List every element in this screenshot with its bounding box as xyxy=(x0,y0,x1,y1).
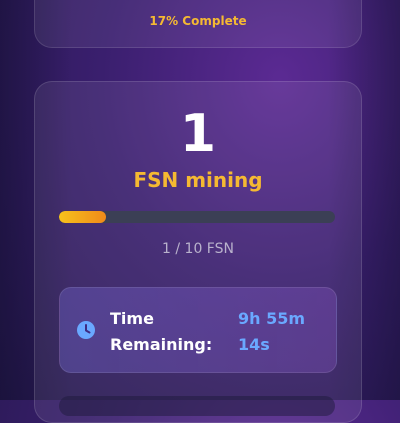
time-value-line1: 9h 55m xyxy=(238,309,306,328)
mining-count: 1 xyxy=(179,104,217,164)
mining-card: 1 FSN mining 1 / 10 FSN Time Remaining: … xyxy=(34,81,362,423)
next-section-partial xyxy=(59,396,335,416)
mining-progress-text: 1 / 10 FSN xyxy=(162,241,234,257)
time-remaining-box: Time Remaining: 9h 55m 14s xyxy=(59,287,337,373)
mining-label: FSN mining xyxy=(133,168,263,192)
time-remaining-label: Time Remaining: xyxy=(110,306,220,358)
time-value-line2: 14s xyxy=(238,335,270,354)
time-label-line2: Remaining: xyxy=(110,335,213,354)
mining-progress-bar xyxy=(59,211,335,223)
time-label-line1: Time xyxy=(110,309,154,328)
overall-progress-card: 17% Complete xyxy=(34,0,362,48)
clock-icon xyxy=(77,321,95,339)
time-remaining-value: 9h 55m 14s xyxy=(238,306,328,358)
mining-progress-fill xyxy=(59,211,106,223)
percent-complete-label: 17% Complete xyxy=(149,14,247,28)
